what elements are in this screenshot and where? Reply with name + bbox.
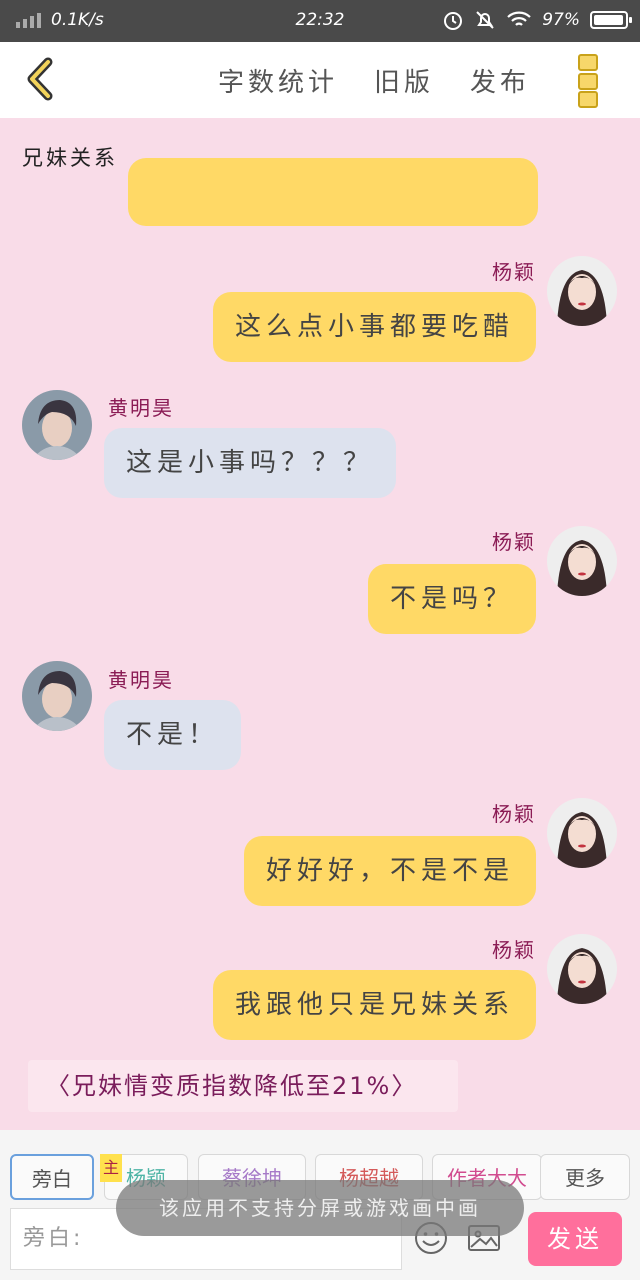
toast-message: 该应用不支持分屏或游戏画中画 — [116, 1180, 524, 1236]
mute-icon — [476, 11, 494, 29]
avatar-yangying[interactable] — [547, 798, 617, 868]
message-bubble[interactable]: 这是小事吗？？？ — [104, 428, 397, 498]
more-icon[interactable] — [578, 54, 598, 108]
status-bar: 0.1K/s 22:32 97% — [0, 0, 640, 42]
battery-percent: 97% — [542, 10, 580, 30]
message-bubble[interactable]: 这么点小事都要吃醋 — [212, 292, 536, 362]
sender-name: 黄明昊 — [108, 668, 174, 692]
old-version-button[interactable]: 旧版 — [374, 62, 434, 99]
main-role-badge: 主 — [100, 1154, 122, 1182]
sender-name: 黄明昊 — [108, 396, 174, 420]
role-chip-narrator[interactable]: 旁白 — [10, 1154, 94, 1200]
battery-icon — [590, 11, 632, 29]
narration-text: 〈兄妹情变质指数降低至21%〉 — [28, 1060, 458, 1112]
publish-button[interactable]: 发布 — [470, 62, 530, 99]
top-bar: 字数统计 旧版 发布 — [0, 42, 640, 118]
avatar-huangminghao[interactable] — [22, 661, 92, 731]
chat-title: 兄妹关系 — [22, 146, 118, 170]
alarm-icon — [444, 12, 463, 30]
status-right: 97% — [442, 9, 632, 31]
more-roles-button[interactable]: 更多 — [540, 1154, 630, 1200]
chat-area[interactable]: 兄妹关系 杨颖 这么点小事都要吃醋 黄明昊 这是小事吗？？？ 杨颖 不是吗？ 黄… — [0, 118, 640, 1130]
message-bubble-partial[interactable] — [128, 158, 538, 226]
sender-name: 杨颖 — [492, 938, 536, 962]
bottom-bar: 旁白 杨颖 蔡徐坤 杨超越 作者大大 更多 主 旁白: 发送 该应用不支持分屏或… — [0, 1130, 640, 1280]
message-bubble[interactable]: 我跟他只是兄妹关系 — [212, 970, 536, 1040]
message-bubble[interactable]: 好好好，不是不是 — [243, 836, 536, 906]
avatar-yangying[interactable] — [547, 934, 617, 1004]
message-bubble[interactable]: 不是吗？ — [367, 564, 536, 634]
avatar-yangying[interactable] — [547, 256, 617, 326]
message-bubble[interactable]: 不是！ — [104, 700, 242, 770]
sender-name: 杨颖 — [492, 802, 536, 826]
sender-name: 杨颖 — [492, 530, 536, 554]
battery-fill — [594, 15, 623, 25]
avatar-huangminghao[interactable] — [22, 390, 92, 460]
sender-name: 杨颖 — [492, 260, 536, 284]
word-count-button[interactable]: 字数统计 — [218, 62, 338, 99]
chevron-left-icon[interactable] — [18, 54, 68, 104]
avatar-yangying[interactable] — [547, 526, 617, 596]
top-actions: 字数统计 旧版 发布 — [218, 62, 530, 99]
send-button[interactable]: 发送 — [528, 1212, 622, 1266]
wifi-icon — [507, 11, 531, 26]
